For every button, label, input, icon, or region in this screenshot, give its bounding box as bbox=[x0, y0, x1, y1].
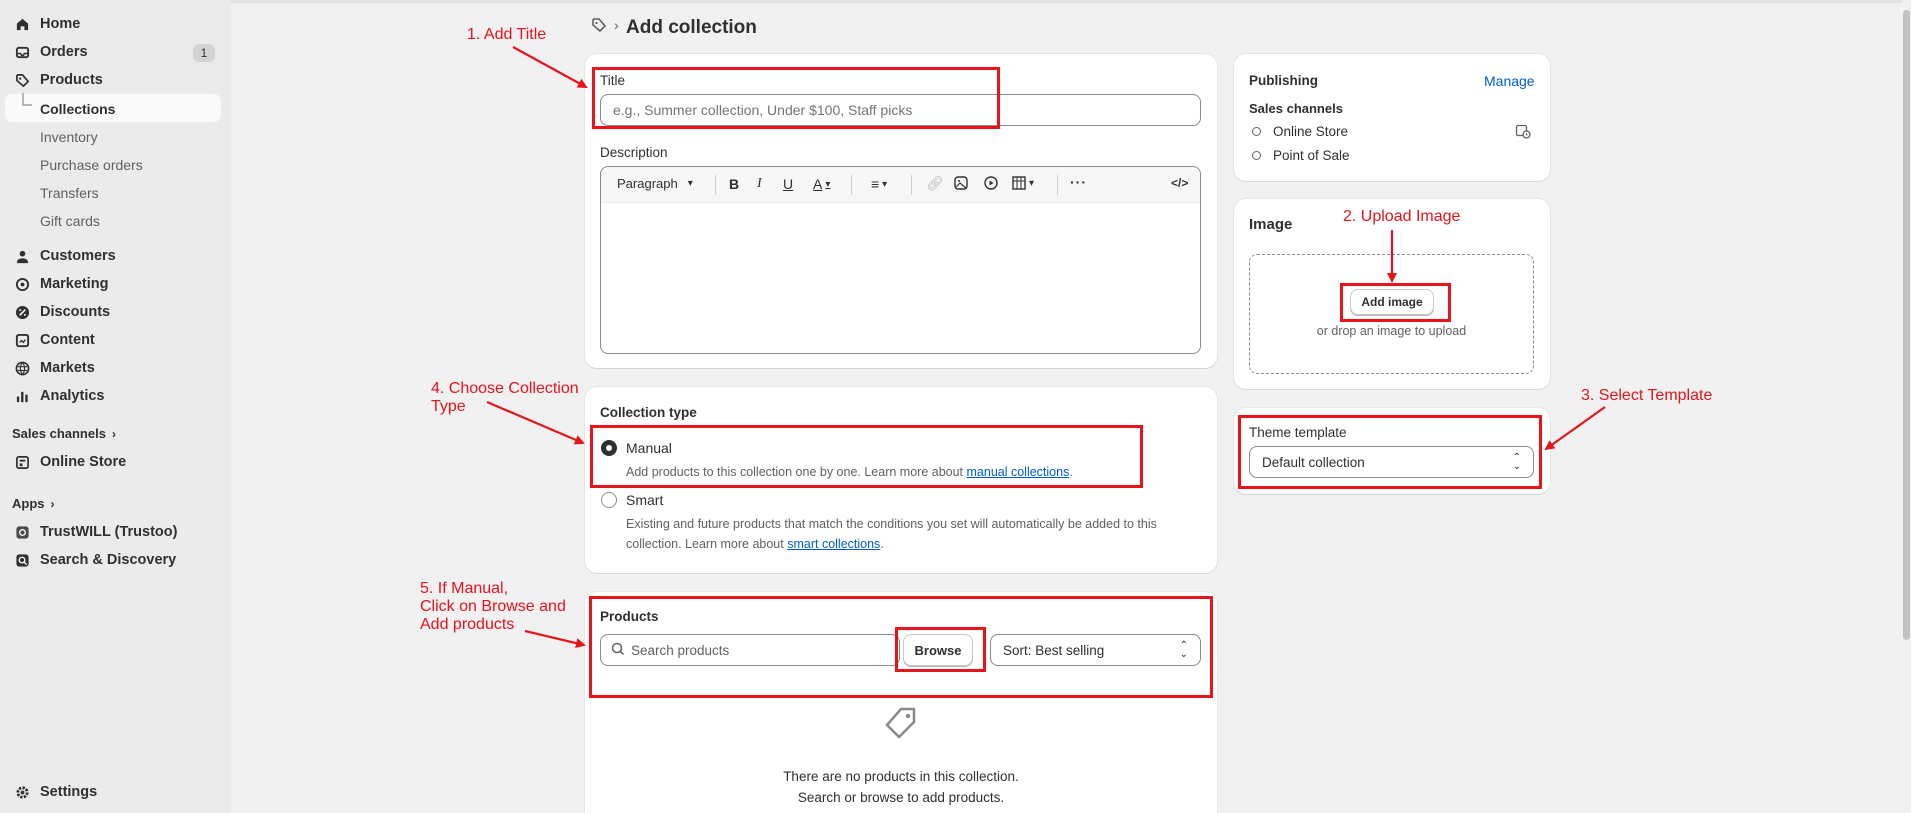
page-scrollbar[interactable] bbox=[1902, 0, 1911, 813]
scrollbar-thumb[interactable] bbox=[1903, 10, 1910, 640]
annotation-arrows bbox=[486, 46, 1606, 649]
